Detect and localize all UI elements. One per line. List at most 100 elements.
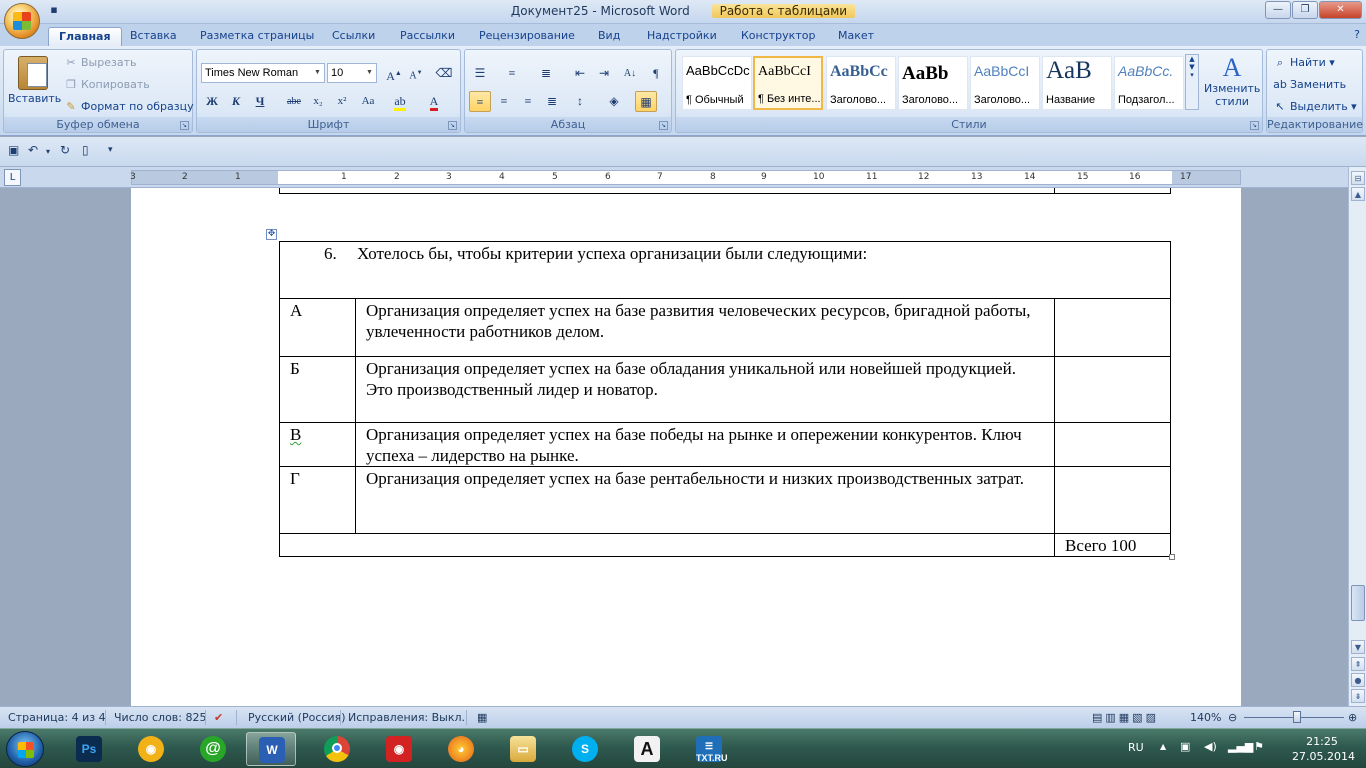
- superscript-button[interactable]: x²: [331, 91, 353, 112]
- font-size-combo[interactable]: 10 ▼: [327, 63, 377, 83]
- start-button[interactable]: [6, 731, 44, 767]
- shrink-font-button[interactable]: A▼: [405, 63, 427, 84]
- scroll-thumb[interactable]: [1351, 585, 1365, 621]
- tab-design[interactable]: Конструктор: [741, 27, 815, 46]
- tab-addins[interactable]: Надстройки: [647, 27, 717, 46]
- show-marks-button[interactable]: ¶: [645, 63, 667, 84]
- dialog-launcher-icon[interactable]: ↘: [180, 121, 189, 130]
- italic-button[interactable]: К: [225, 91, 247, 112]
- chevron-down-icon[interactable]: ▼: [363, 64, 376, 82]
- align-right-button[interactable]: ≡: [517, 91, 539, 112]
- ruler-toggle-icon[interactable]: ⊟: [1351, 171, 1365, 185]
- dialog-launcher-icon[interactable]: ↘: [448, 121, 457, 130]
- help-icon[interactable]: ?: [1354, 28, 1360, 41]
- dialog-launcher-icon[interactable]: ↘: [659, 121, 668, 130]
- align-left-button[interactable]: ≡: [469, 91, 491, 112]
- browse-object-icon[interactable]: ●: [1351, 673, 1365, 687]
- tab-insert[interactable]: Вставка: [130, 27, 177, 46]
- font-color-button[interactable]: A: [423, 91, 445, 112]
- zoom-level[interactable]: 140%: [1190, 711, 1221, 724]
- explorer-taskbar-button[interactable]: ▭: [498, 732, 548, 766]
- word-taskbar-button[interactable]: W: [246, 732, 296, 766]
- undo-icon[interactable]: ↶: [28, 143, 38, 157]
- office-button[interactable]: [4, 3, 40, 39]
- table-move-handle-icon[interactable]: ✥: [266, 229, 277, 240]
- zoom-out-icon[interactable]: ⊖: [1228, 711, 1237, 724]
- firefox-taskbar-button[interactable]: ◕: [436, 732, 486, 766]
- vertical-scrollbar[interactable]: ⊟ ▲ ▼ ⇞ ● ⇟: [1348, 167, 1366, 706]
- paste-button[interactable]: Вставить: [8, 54, 61, 116]
- line-spacing-button[interactable]: ↕: [569, 91, 591, 112]
- tab-mailings[interactable]: Рассылки: [400, 27, 455, 46]
- option-text[interactable]: Организация определяет успех на базе рен…: [355, 466, 1055, 534]
- style-heading-1[interactable]: AaBbCc Заголово...: [826, 56, 896, 110]
- highlight-button[interactable]: ab: [389, 91, 411, 112]
- total-cell[interactable]: Всего 100: [1054, 533, 1171, 557]
- grow-font-button[interactable]: A▲: [383, 63, 405, 84]
- tab-view[interactable]: Вид: [598, 27, 620, 46]
- clock[interactable]: 21:25 27.05.2014: [1292, 734, 1355, 764]
- volume-icon[interactable]: ◀): [1204, 740, 1217, 753]
- minimize-button[interactable]: —: [1265, 1, 1291, 19]
- redo-icon[interactable]: ↻: [60, 143, 70, 157]
- language-indicator[interactable]: Русский (Россия): [248, 711, 346, 724]
- photoshop-taskbar-button[interactable]: Ps: [64, 732, 114, 766]
- align-center-button[interactable]: ≡: [493, 91, 515, 112]
- strikethrough-button[interactable]: abe: [283, 91, 305, 112]
- chevron-down-icon[interactable]: ▾: [46, 147, 50, 156]
- device-icon[interactable]: ▣: [1180, 740, 1190, 753]
- sort-button[interactable]: A↓: [619, 63, 641, 84]
- style-subtitle[interactable]: AaBbCc. Подзагол...: [1114, 56, 1184, 110]
- bullets-button[interactable]: ☰: [469, 63, 491, 84]
- previous-page-icon[interactable]: ⇞: [1351, 657, 1365, 671]
- numbering-button[interactable]: ≡: [501, 63, 523, 84]
- txtru-taskbar-button[interactable]: ☰ TXT.RU: [684, 732, 734, 766]
- zoom-slider-thumb[interactable]: [1293, 711, 1301, 723]
- tab-home[interactable]: Главная: [48, 27, 122, 46]
- view-buttons[interactable]: ▤▥▦▧▨: [1092, 711, 1159, 724]
- restore-button[interactable]: ❐: [1292, 1, 1318, 19]
- underline-button[interactable]: Ч: [249, 91, 271, 112]
- new-document-icon[interactable]: ▯: [82, 143, 89, 157]
- increase-indent-button[interactable]: ⇥: [593, 63, 615, 84]
- styles-scroll[interactable]: ▲ ▼ ▾: [1185, 54, 1199, 110]
- option-text[interactable]: Организация определяет успех на базе обл…: [355, 356, 1055, 423]
- page[interactable]: ✥ 6. Хотелось бы, чтобы критерии успеха о…: [131, 188, 1241, 706]
- tab-references[interactable]: Ссылки: [332, 27, 375, 46]
- tab-review[interactable]: Рецензирование: [479, 27, 575, 46]
- score-cell[interactable]: [1054, 356, 1171, 423]
- tab-selector[interactable]: L: [4, 169, 21, 186]
- next-page-icon[interactable]: ⇟: [1351, 689, 1365, 703]
- word-count[interactable]: Число слов: 825: [114, 711, 207, 724]
- proofing-icon[interactable]: ✔: [214, 711, 223, 724]
- language-indicator-tray[interactable]: RU: [1128, 741, 1144, 754]
- horizontal-ruler[interactable]: 3 2 1 1 2 3 4 5 6 7 8 9 10 11 12 13 14 1…: [130, 170, 1241, 185]
- subscript-button[interactable]: x₂: [307, 91, 329, 112]
- network-icon[interactable]: ▂▄▆: [1228, 740, 1253, 753]
- bold-button[interactable]: Ж: [201, 91, 223, 112]
- table-resize-handle[interactable]: [1169, 554, 1175, 560]
- multilevel-list-button[interactable]: ≣: [535, 63, 557, 84]
- chrome-taskbar-button[interactable]: [312, 732, 362, 766]
- option-letter-cell[interactable]: В: [279, 422, 356, 467]
- change-styles-button[interactable]: A Изменить стили: [1204, 54, 1260, 109]
- shading-button[interactable]: ◈: [603, 91, 625, 112]
- option-text[interactable]: Организация определяет успех на базе поб…: [355, 422, 1055, 467]
- score-cell[interactable]: [1054, 298, 1171, 357]
- option-letter[interactable]: Б: [279, 356, 356, 423]
- total-label-cell[interactable]: [279, 533, 1055, 557]
- change-case-button[interactable]: Aa: [357, 91, 379, 112]
- style-heading-3[interactable]: AaBbCcI Заголово...: [970, 56, 1040, 110]
- score-cell[interactable]: [1054, 466, 1171, 534]
- format-painter-button[interactable]: ✎ Формат по образцу: [64, 98, 193, 116]
- customize-qat-icon[interactable]: ▾: [108, 145, 113, 155]
- cut-button[interactable]: ✂ Вырезать: [64, 54, 136, 72]
- skype-taskbar-button[interactable]: S: [560, 732, 610, 766]
- style-no-spacing[interactable]: AaBbCcI ¶ Без инте...: [753, 56, 823, 110]
- save-icon[interactable]: ▣: [8, 143, 19, 157]
- chevron-down-icon[interactable]: ▼: [311, 64, 324, 82]
- decrease-indent-button[interactable]: ⇤: [569, 63, 591, 84]
- style-title[interactable]: AaB Название: [1042, 56, 1112, 110]
- tab-page-layout[interactable]: Разметка страницы: [200, 27, 314, 46]
- select-button[interactable]: ↖ Выделить ▾: [1273, 98, 1356, 116]
